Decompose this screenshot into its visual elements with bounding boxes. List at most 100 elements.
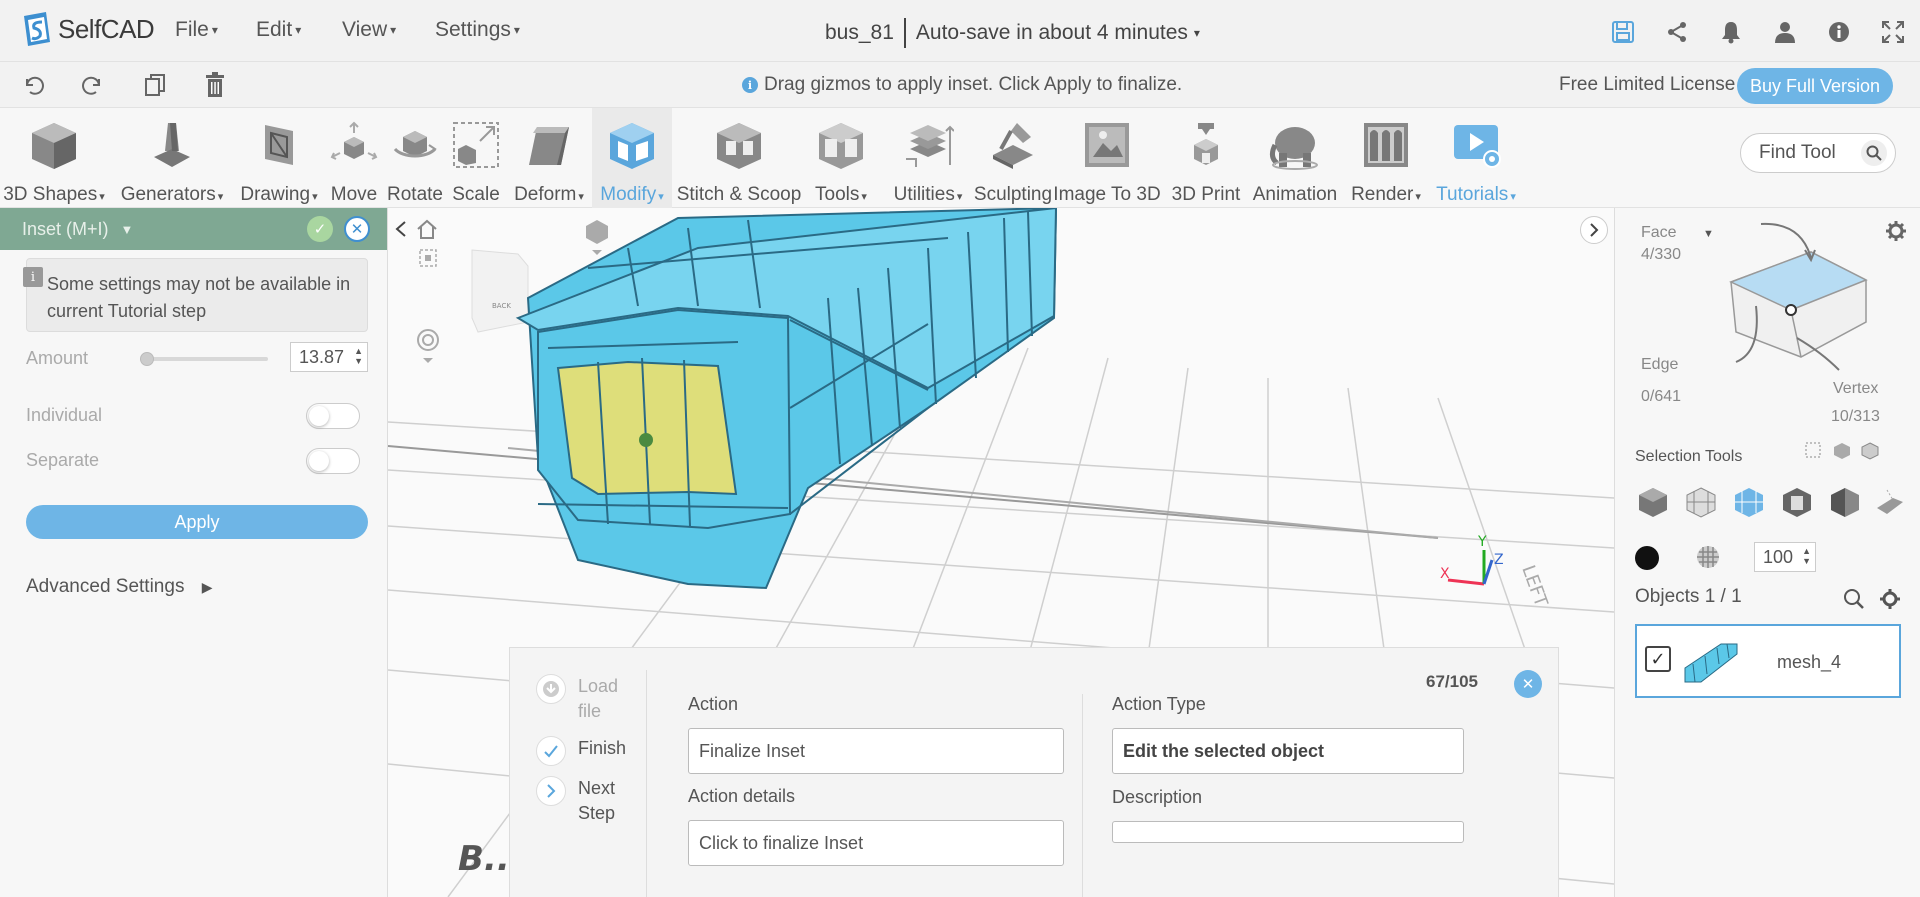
select-object-icon[interactable] <box>1635 484 1671 520</box>
tool-tutorials[interactable]: Tutorials ▾ <box>1430 108 1522 208</box>
amount-slider[interactable] <box>140 352 268 366</box>
inset-gizmo-handle[interactable] <box>639 433 653 447</box>
tool-generators[interactable]: Generators ▾ <box>116 108 228 208</box>
autosave-dropdown-icon[interactable]: ▾ <box>1194 26 1200 40</box>
bus-mesh[interactable] <box>515 208 1058 590</box>
selection-tools-label: Selection Tools <box>1635 448 1743 465</box>
action-type-field[interactable]: Edit the selected object <box>1112 728 1464 774</box>
select-hollow-icon[interactable] <box>1779 484 1815 520</box>
menu-settings[interactable]: Settings ▾ <box>435 18 520 42</box>
select-wireframe-icon[interactable] <box>1683 484 1719 520</box>
home-view-icon[interactable] <box>416 218 438 245</box>
tool-utilities[interactable]: Utilities ▾ <box>878 108 978 208</box>
apply-button[interactable]: Apply <box>26 505 368 539</box>
perspective-camera-icon[interactable] <box>584 218 610 263</box>
description-field[interactable] <box>1112 821 1464 843</box>
tool-label: Stitch & Scoop <box>676 184 802 205</box>
material-texture-icon[interactable] <box>1695 544 1721 575</box>
tool-drawing[interactable]: Drawing ▾ <box>234 108 324 208</box>
tool-animation[interactable]: Animation <box>1248 108 1342 208</box>
tool-sculpting[interactable]: Sculpting <box>968 108 1058 208</box>
collapse-left-panel-icon[interactable] <box>388 212 414 246</box>
object-list-item[interactable]: ✓ mesh_4 <box>1635 624 1901 698</box>
notifications-bell-icon[interactable] <box>1704 14 1758 50</box>
amount-spinner-icon[interactable]: ▲ ▼ <box>354 346 363 366</box>
document-name[interactable]: bus_81 <box>825 21 894 45</box>
select-half-icon[interactable] <box>1827 484 1863 520</box>
separate-toggle[interactable] <box>306 448 360 474</box>
menu-view[interactable]: View ▾ <box>342 18 396 42</box>
tool-3d-print[interactable]: 3D Print <box>1166 108 1246 208</box>
vertex-label[interactable]: Vertex <box>1833 380 1878 398</box>
select-face-grid-icon[interactable] <box>1731 484 1767 520</box>
object-visibility-checkbox[interactable]: ✓ <box>1645 646 1671 672</box>
autosave-status[interactable]: Auto-save in about 4 minutes <box>916 21 1188 45</box>
step-load-file[interactable]: Load file <box>536 674 628 724</box>
step-next[interactable]: Next Step <box>536 776 628 826</box>
object-settings-gear-icon[interactable] <box>1879 588 1901 615</box>
buy-full-version-button[interactable]: Buy Full Version <box>1737 68 1893 104</box>
image-to-3d-icon <box>1080 118 1134 172</box>
select-all-icon[interactable] <box>1833 442 1851 465</box>
tool-tools[interactable]: Tools ▾ <box>808 108 874 208</box>
opacity-spinner-icon[interactable]: ▲ ▼ <box>1802 546 1811 566</box>
tool-rotate[interactable]: Rotate <box>384 108 446 208</box>
tool-deform[interactable]: Deform ▾ <box>506 108 592 208</box>
hint-info-icon: i <box>742 77 758 93</box>
copy-icon[interactable] <box>140 70 170 100</box>
info-icon[interactable] <box>1812 14 1866 50</box>
tool-label: Tools <box>815 184 860 205</box>
user-account-icon[interactable] <box>1758 14 1812 50</box>
redo-icon[interactable] <box>78 70 108 100</box>
face-count: 4/330 <box>1641 246 1682 263</box>
advanced-settings-toggle[interactable]: Advanced Settings ▶ <box>26 576 213 598</box>
color-swatch-black[interactable] <box>1635 546 1659 570</box>
save-icon[interactable] <box>1596 14 1650 50</box>
orbit-target-icon[interactable] <box>416 328 440 373</box>
panel-collapse-icon[interactable]: ▼ <box>121 222 134 237</box>
collapse-right-panel-icon[interactable] <box>1580 216 1608 244</box>
delete-trash-icon[interactable] <box>200 70 230 100</box>
license-label: Free Limited License <box>1559 74 1736 95</box>
description-label: Description <box>1112 787 1203 807</box>
fit-view-icon[interactable] <box>418 248 438 273</box>
tool-modify[interactable]: Modify ▾ <box>592 108 672 208</box>
amount-input[interactable]: 13.87 ▲ ▼ <box>290 342 368 372</box>
confirm-check-icon[interactable]: ✓ <box>307 216 333 242</box>
tool-move[interactable]: Move <box>324 108 384 208</box>
step-finish[interactable]: Finish <box>536 736 626 766</box>
tool-label: Tutorials <box>1436 184 1509 205</box>
selection-mini-tools <box>1805 442 1879 465</box>
select-plane-icon[interactable] <box>1871 484 1907 520</box>
menu-edit[interactable]: Edit ▾ <box>256 18 301 42</box>
opacity-input[interactable]: 100 ▲ ▼ <box>1754 542 1816 572</box>
tool-3d-shapes[interactable]: 3D Shapes ▾ <box>0 108 108 208</box>
share-icon[interactable] <box>1650 14 1704 50</box>
tool-label: Scale <box>452 184 500 205</box>
amount-slider-thumb[interactable] <box>140 352 154 366</box>
tool-label: Render <box>1351 184 1414 205</box>
find-tool-input[interactable]: Find Tool <box>1740 133 1896 173</box>
search-icon[interactable] <box>1861 140 1887 166</box>
checkmark-icon <box>536 736 566 766</box>
tools-icon <box>814 118 868 172</box>
object-search-icon[interactable] <box>1843 588 1865 615</box>
undo-icon[interactable] <box>18 70 48 100</box>
app-logo[interactable]: SelfCAD <box>20 10 155 48</box>
individual-toggle[interactable] <box>306 403 360 429</box>
tool-image-to-3d[interactable]: Image To 3D <box>1052 108 1162 208</box>
action-details-field[interactable]: Click to finalize Inset <box>688 820 1064 866</box>
close-tutorial-button[interactable]: ✕ <box>1514 670 1542 698</box>
tool-stitch-scoop[interactable]: Stitch & Scoop <box>676 108 802 208</box>
close-icon[interactable]: ✕ <box>344 216 370 242</box>
tool-render[interactable]: Render ▾ <box>1346 108 1426 208</box>
box-select-icon[interactable] <box>1805 442 1823 465</box>
tool-scale[interactable]: Scale <box>446 108 506 208</box>
menu-file[interactable]: File ▾ <box>175 18 218 42</box>
fullscreen-icon[interactable] <box>1866 14 1920 50</box>
action-field[interactable]: Finalize Inset <box>688 728 1064 774</box>
edge-label[interactable]: Edge <box>1641 356 1678 374</box>
selection-mode-cube[interactable] <box>1701 222 1901 372</box>
title-separator <box>903 18 906 48</box>
invert-select-icon[interactable] <box>1861 442 1879 465</box>
